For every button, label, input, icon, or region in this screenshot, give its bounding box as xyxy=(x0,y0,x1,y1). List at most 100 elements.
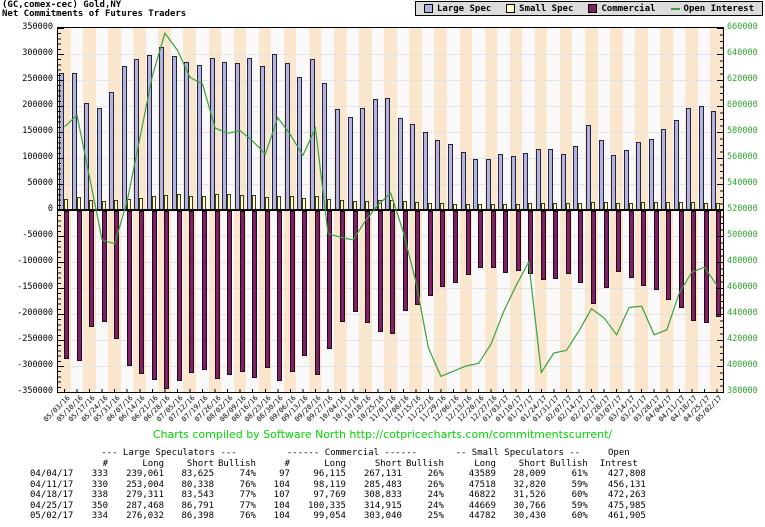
table-cell: 427,808 xyxy=(607,469,646,479)
table-cell: 276,032 xyxy=(126,511,164,521)
table-cell: Open xyxy=(607,448,630,458)
table-cell: 330 xyxy=(91,479,108,490)
table-cell: 83,625 xyxy=(181,469,214,479)
table-cell: Bullish xyxy=(218,458,256,469)
y-axis-label-right: 440000 xyxy=(727,308,758,318)
table-cell: 99,054 xyxy=(313,511,346,521)
table-cell: Bullish xyxy=(549,458,588,469)
table-cell xyxy=(28,459,80,470)
y-axis-label-right: 420000 xyxy=(727,334,758,344)
table-cell: 74% xyxy=(239,469,256,479)
legend-swatch-icon xyxy=(423,4,433,13)
table-cell: 60% xyxy=(571,511,588,521)
table-cell: 05/02/17 xyxy=(30,511,74,521)
table-cell: 04/04/17 xyxy=(30,469,74,479)
y-axis-label-left: -100000 xyxy=(17,256,53,266)
legend-label: Large Spec xyxy=(436,3,492,14)
table-cell: Long xyxy=(142,458,164,469)
y-axis-label-left: -150000 xyxy=(17,282,53,292)
table-cell: 44782 xyxy=(468,511,496,521)
table-cell: 350 xyxy=(91,500,108,511)
table-cell: 303,040 xyxy=(364,511,402,521)
chart-legend: Large Spec Small Spec Commercial Open Inter… xyxy=(414,1,763,16)
table-row: 04/04/17 333 239,061 83,625 74% 97 96,115 267,1… xyxy=(28,469,648,480)
table-cell: 96,115 xyxy=(313,469,346,479)
table-cell: Long xyxy=(474,458,496,469)
table-row: --- Large Speculators --- ------ Commerci… xyxy=(28,448,648,459)
table-cell: 25% xyxy=(427,511,444,521)
table-cell: 98,119 xyxy=(313,479,346,490)
y-axis-label-right: 520000 xyxy=(727,204,758,214)
table-cell: 279,311 xyxy=(126,490,164,500)
table-cell: 314,915 xyxy=(364,500,402,511)
y-axis-label-right: 560000 xyxy=(727,152,758,162)
table-cell: 61% xyxy=(571,469,588,479)
table-cell: 97,769 xyxy=(313,490,346,500)
table-cell: 28,009 xyxy=(513,469,546,479)
y-axis-label-left: 300000 xyxy=(22,48,53,58)
table-cell: 83,543 xyxy=(181,490,214,500)
legend-label: Small Spec xyxy=(519,3,574,14)
y-axis-label-right: 580000 xyxy=(727,126,758,136)
table-cell: --- Large Speculators --- xyxy=(101,448,237,458)
table-cell: 77% xyxy=(239,500,256,511)
table-cell: 461,905 xyxy=(607,511,646,521)
table-cell: 26% xyxy=(427,479,444,490)
plot-area xyxy=(57,27,724,393)
y-axis-label-left: 50000 xyxy=(27,178,53,188)
legend-label: Commercial xyxy=(601,3,656,14)
table-cell: 86,791 xyxy=(181,500,214,511)
table-cell: 456,131 xyxy=(607,479,646,490)
table-row: 04/18/17 338 279,311 83,543 77% 107 97,769 308,… xyxy=(28,490,648,501)
table-cell: Intrest xyxy=(599,458,638,469)
legend-item-small-spec: Small Spec xyxy=(506,4,573,14)
y-axis-label-left: 150000 xyxy=(22,126,53,136)
y-axis-label-left: -300000 xyxy=(17,360,53,370)
open-interest-legend-line xyxy=(670,7,680,10)
y-axis-label-right: 620000 xyxy=(727,74,758,84)
table-cell: 334 xyxy=(91,511,108,521)
attribution-text: Charts compiled by Software North http:/… xyxy=(152,428,613,441)
y-axis-label-left: 200000 xyxy=(22,100,53,110)
cot-data-table: --- Large Speculators --- ------ Commerci… xyxy=(28,448,648,522)
table-cell: 43589 xyxy=(468,469,496,479)
chart-title-main: Net Commitments of Futures Traders xyxy=(2,9,187,19)
y-axis-label-left: -50000 xyxy=(22,230,53,240)
table-cell: 26% xyxy=(427,469,444,479)
table-cell: 104 xyxy=(273,479,290,490)
table-cell: 107 xyxy=(273,490,290,500)
y-axis-label-left: 250000 xyxy=(22,74,53,84)
table-cell: # xyxy=(284,458,290,469)
table-cell: Long xyxy=(324,458,346,469)
table-cell: 04/11/17 xyxy=(30,479,74,490)
open-interest-line xyxy=(64,31,718,378)
table-cell: 253,004 xyxy=(126,479,164,490)
y-axis-label-left: -350000 xyxy=(17,386,53,396)
table-cell: 76% xyxy=(239,511,256,521)
table-cell: 239,061 xyxy=(126,469,164,479)
table-cell: 308,833 xyxy=(364,490,402,500)
table-cell: 59% xyxy=(571,500,588,511)
table-cell: 285,483 xyxy=(364,479,402,490)
y-axis-label-left: 100000 xyxy=(22,152,53,162)
table-cell: 24% xyxy=(427,500,444,511)
y-axis-label-right: 460000 xyxy=(727,282,758,292)
table-cell: 338 xyxy=(91,490,108,500)
y-axis-label-right: 500000 xyxy=(727,230,758,240)
legend-item-commercial: Commercial xyxy=(588,3,656,14)
table-row: 04/11/17 330 253,004 80,338 76% 104 98,119 285,… xyxy=(28,480,648,491)
table-cell: 32,820 xyxy=(513,479,546,490)
table-cell: 80,338 xyxy=(181,479,214,490)
table-cell: 287,468 xyxy=(126,500,164,511)
table-cell: Short xyxy=(518,458,546,469)
y-axis-label-right: 380000 xyxy=(727,386,758,396)
table-cell: 104 xyxy=(273,500,290,511)
y-axis-label-left: 0 xyxy=(47,204,53,214)
table-cell: 104 xyxy=(273,511,290,521)
table-cell: 97 xyxy=(279,469,290,479)
legend-item-large-spec: Large Spec xyxy=(423,3,492,14)
legend-item-open-interest: Open Interest xyxy=(670,4,754,14)
y-axis-label-left: -200000 xyxy=(17,308,53,318)
table-cell: 472,263 xyxy=(607,490,646,500)
y-axis-label-right: 660000 xyxy=(727,22,758,32)
